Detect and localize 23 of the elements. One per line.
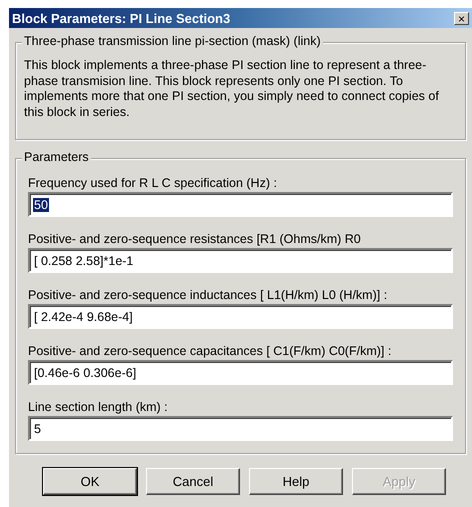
group-title: Three-phase transmission line pi-section (mask) (link) xyxy=(22,34,323,48)
window-title: Block Parameters: PI Line Section3 xyxy=(12,10,230,26)
field-label: Positive- and zero-sequence capacitances [ C1(F/km) C0(F/km)] : xyxy=(28,343,392,360)
dialog-button[interactable]: OK xyxy=(43,468,137,495)
input-field[interactable]: [ 0.258 2.58]*1e-1 xyxy=(28,248,453,273)
field-label: Positive- and zero-sequence inductances [ L1(H/km) L0 (H/km)] : xyxy=(28,287,388,304)
dialog-button[interactable]: Cancel xyxy=(146,468,240,495)
input-field[interactable]: 50 xyxy=(28,192,453,217)
field-label: Positive- and zero-sequence resistances [R1 (Ohms/km) R0 xyxy=(28,231,362,248)
input-field[interactable]: [ 2.42e-4 9.68e-4] xyxy=(28,304,453,329)
field-value: [0.46e-6 0.306e-6] xyxy=(33,366,138,380)
field-value: 50 xyxy=(33,198,49,212)
field-value: [ 2.42e-4 9.68e-4] xyxy=(33,310,134,324)
group-title: Parameters xyxy=(22,150,91,164)
input-field[interactable]: 5 xyxy=(28,416,453,441)
field-value: 5 xyxy=(33,422,42,436)
dialog-button[interactable]: Help xyxy=(249,468,343,495)
input-field[interactable]: [0.46e-6 0.306e-6] xyxy=(28,360,453,385)
field-label: Line section length (km) : xyxy=(28,399,169,416)
field-value: [ 0.258 2.58]*1e-1 xyxy=(33,254,134,268)
close-button[interactable]: × xyxy=(454,12,469,24)
description-text: This block implements a three-phase PI section line to represent a three-phase transmision line. This block represents only one PI section. To implements more that one PI section, you simply need to connect copies of this block in series. xyxy=(24,58,440,120)
field-label: Frequency used for R L C specification (Hz) : xyxy=(28,175,278,192)
